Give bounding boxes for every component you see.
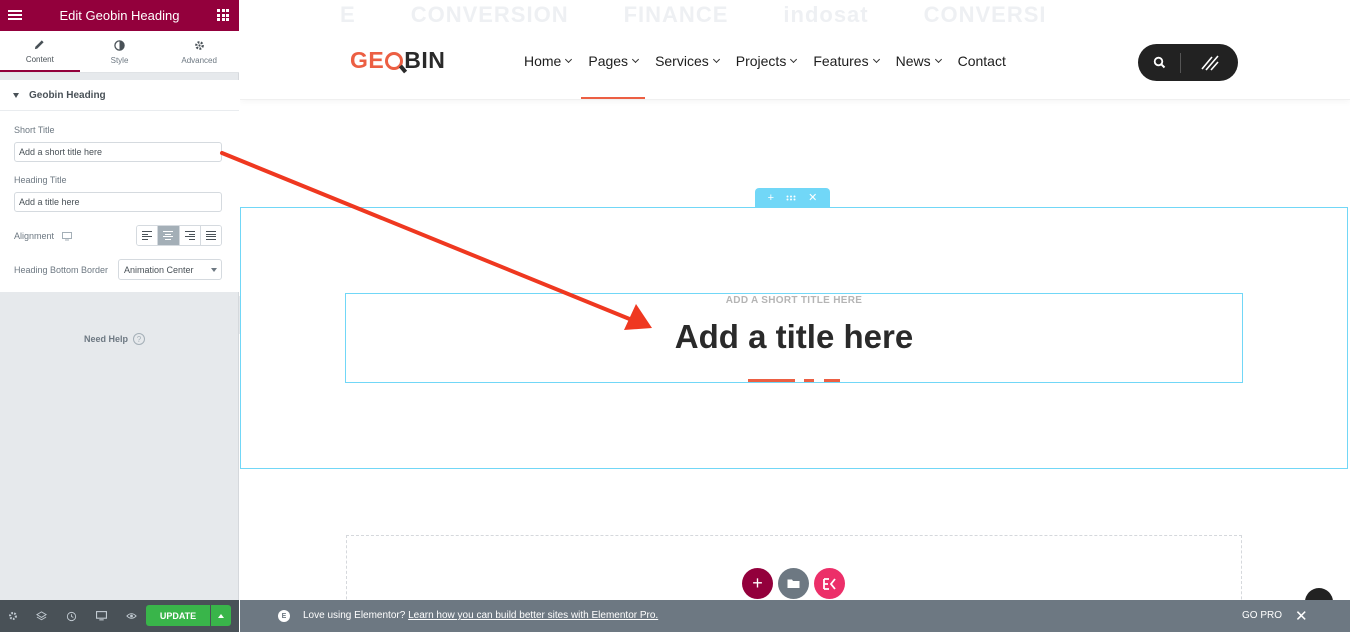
site-logo[interactable]: GE BIN: [350, 47, 445, 74]
chevron-down-icon: [565, 55, 573, 63]
site-header: GE BIN Home Pages Services Projects Feat…: [240, 0, 1350, 100]
main-nav: Home Pages Services Projects Features Ne…: [524, 53, 1023, 99]
alignment-choices: [136, 225, 222, 246]
nav-projects[interactable]: Projects: [736, 53, 798, 69]
need-help-link[interactable]: Need Help ?: [84, 333, 146, 345]
section-title: Geobin Heading: [29, 89, 106, 101]
elementskit-library-button[interactable]: [814, 568, 845, 599]
chevron-down-icon: [712, 55, 720, 63]
drag-handle-icon[interactable]: [786, 192, 796, 204]
go-pro-link[interactable]: GO PRO: [1242, 610, 1282, 621]
preview-eye-icon[interactable]: [116, 600, 146, 632]
settings-icon[interactable]: [0, 600, 26, 632]
bottom-border-value: Animation Center: [124, 264, 194, 275]
widget-title: Add a title here: [674, 318, 914, 355]
chevron-down-icon: [934, 55, 942, 63]
close-icon[interactable]: ✕: [1295, 607, 1308, 625]
alignment-label-row: Alignment: [14, 231, 73, 241]
search-icon: [1153, 56, 1165, 69]
section-toggle[interactable]: Geobin Heading: [0, 80, 239, 111]
align-right-button[interactable]: [179, 226, 201, 245]
elementor-editor: Edit Geobin Heading Content Style Advanc…: [0, 0, 1350, 632]
chevron-down-icon: [632, 55, 640, 63]
question-icon: ?: [133, 333, 146, 345]
alignment-label: Alignment: [14, 231, 55, 241]
tab-content-label: Content: [25, 55, 54, 64]
header-actions: [1138, 44, 1238, 81]
elementor-notice-bar: E Love using Elementor? Learn how you ca…: [240, 600, 1350, 632]
contrast-icon: [114, 38, 125, 52]
notice-message: Love using Elementor? Learn how you can …: [303, 610, 659, 621]
align-left-button[interactable]: [137, 226, 159, 245]
nav-features[interactable]: Features: [813, 53, 880, 69]
heading-title-input[interactable]: [14, 192, 222, 212]
nav-pages[interactable]: Pages: [581, 53, 645, 99]
magnifier-logo-icon: [385, 51, 404, 70]
elementor-logo-icon: E: [278, 610, 290, 622]
folder-icon: [787, 579, 800, 588]
nav-services[interactable]: Services: [655, 53, 720, 69]
learn-more-link[interactable]: Learn how you can build better sites wit…: [408, 610, 658, 621]
update-button[interactable]: UPDATE: [146, 605, 210, 626]
preview-canvas: E CONVERSION FINANCE indosat CONVERSI GE…: [240, 0, 1350, 600]
widgets-grid-icon[interactable]: [217, 9, 229, 21]
geobin-heading-section: Geobin Heading Short Title Heading Title…: [0, 80, 239, 292]
responsive-icon[interactable]: [86, 600, 116, 632]
add-new-section-button[interactable]: +: [742, 568, 773, 599]
nav-news[interactable]: News: [896, 53, 942, 69]
nav-home[interactable]: Home: [524, 53, 573, 69]
search-button[interactable]: [1138, 44, 1180, 81]
bottom-border-label: Heading Bottom Border: [14, 265, 109, 275]
need-help-label: Need Help: [84, 334, 129, 344]
editor-panel: Edit Geobin Heading Content Style Advanc…: [0, 0, 239, 632]
chevron-down-icon: [211, 268, 217, 272]
scroll-to-top-button[interactable]: [1305, 588, 1333, 600]
chevron-down-icon: [790, 55, 798, 63]
layers-icon[interactable]: [26, 600, 56, 632]
add-section-icon[interactable]: +: [768, 192, 774, 204]
heading-title-label: Heading Title: [14, 175, 67, 185]
pencil-icon: [34, 37, 45, 51]
widget-short-title: ADD A SHORT TITLE HERE: [725, 295, 863, 306]
gear-icon: [194, 38, 205, 52]
panel-tabs: Content Style Advanced: [0, 31, 239, 73]
offcanvas-menu-button[interactable]: [1181, 44, 1238, 81]
tab-content[interactable]: Content: [0, 31, 80, 72]
slash-menu-icon: [1200, 54, 1219, 71]
close-icon[interactable]: ✕: [808, 191, 817, 204]
short-title-input[interactable]: [14, 142, 222, 162]
section-handle: + ✕: [755, 188, 830, 207]
panel-title: Edit Geobin Heading: [59, 8, 180, 23]
tab-advanced[interactable]: Advanced: [159, 31, 239, 72]
nav-contact[interactable]: Contact: [958, 53, 1006, 69]
panel-header: Edit Geobin Heading: [0, 0, 239, 31]
bottom-border-select[interactable]: Animation Center: [118, 259, 222, 280]
tab-style-label: Style: [110, 56, 129, 65]
align-center-button[interactable]: [158, 226, 180, 245]
add-template-button[interactable]: [778, 568, 809, 599]
tab-advanced-label: Advanced: [181, 56, 217, 65]
history-icon[interactable]: [56, 600, 86, 632]
short-title-label: Short Title: [14, 125, 55, 135]
heading-bottom-border: [748, 379, 840, 382]
update-options-button[interactable]: [211, 605, 231, 626]
tab-style[interactable]: Style: [80, 31, 160, 72]
hamburger-menu-icon[interactable]: [8, 8, 22, 22]
chevron-down-icon: [872, 55, 880, 63]
caret-down-icon: [13, 92, 19, 98]
elementskit-icon: [822, 577, 836, 590]
align-justify-button[interactable]: [200, 226, 221, 245]
caret-up-icon: [218, 613, 224, 618]
desktop-icon[interactable]: [62, 231, 73, 241]
